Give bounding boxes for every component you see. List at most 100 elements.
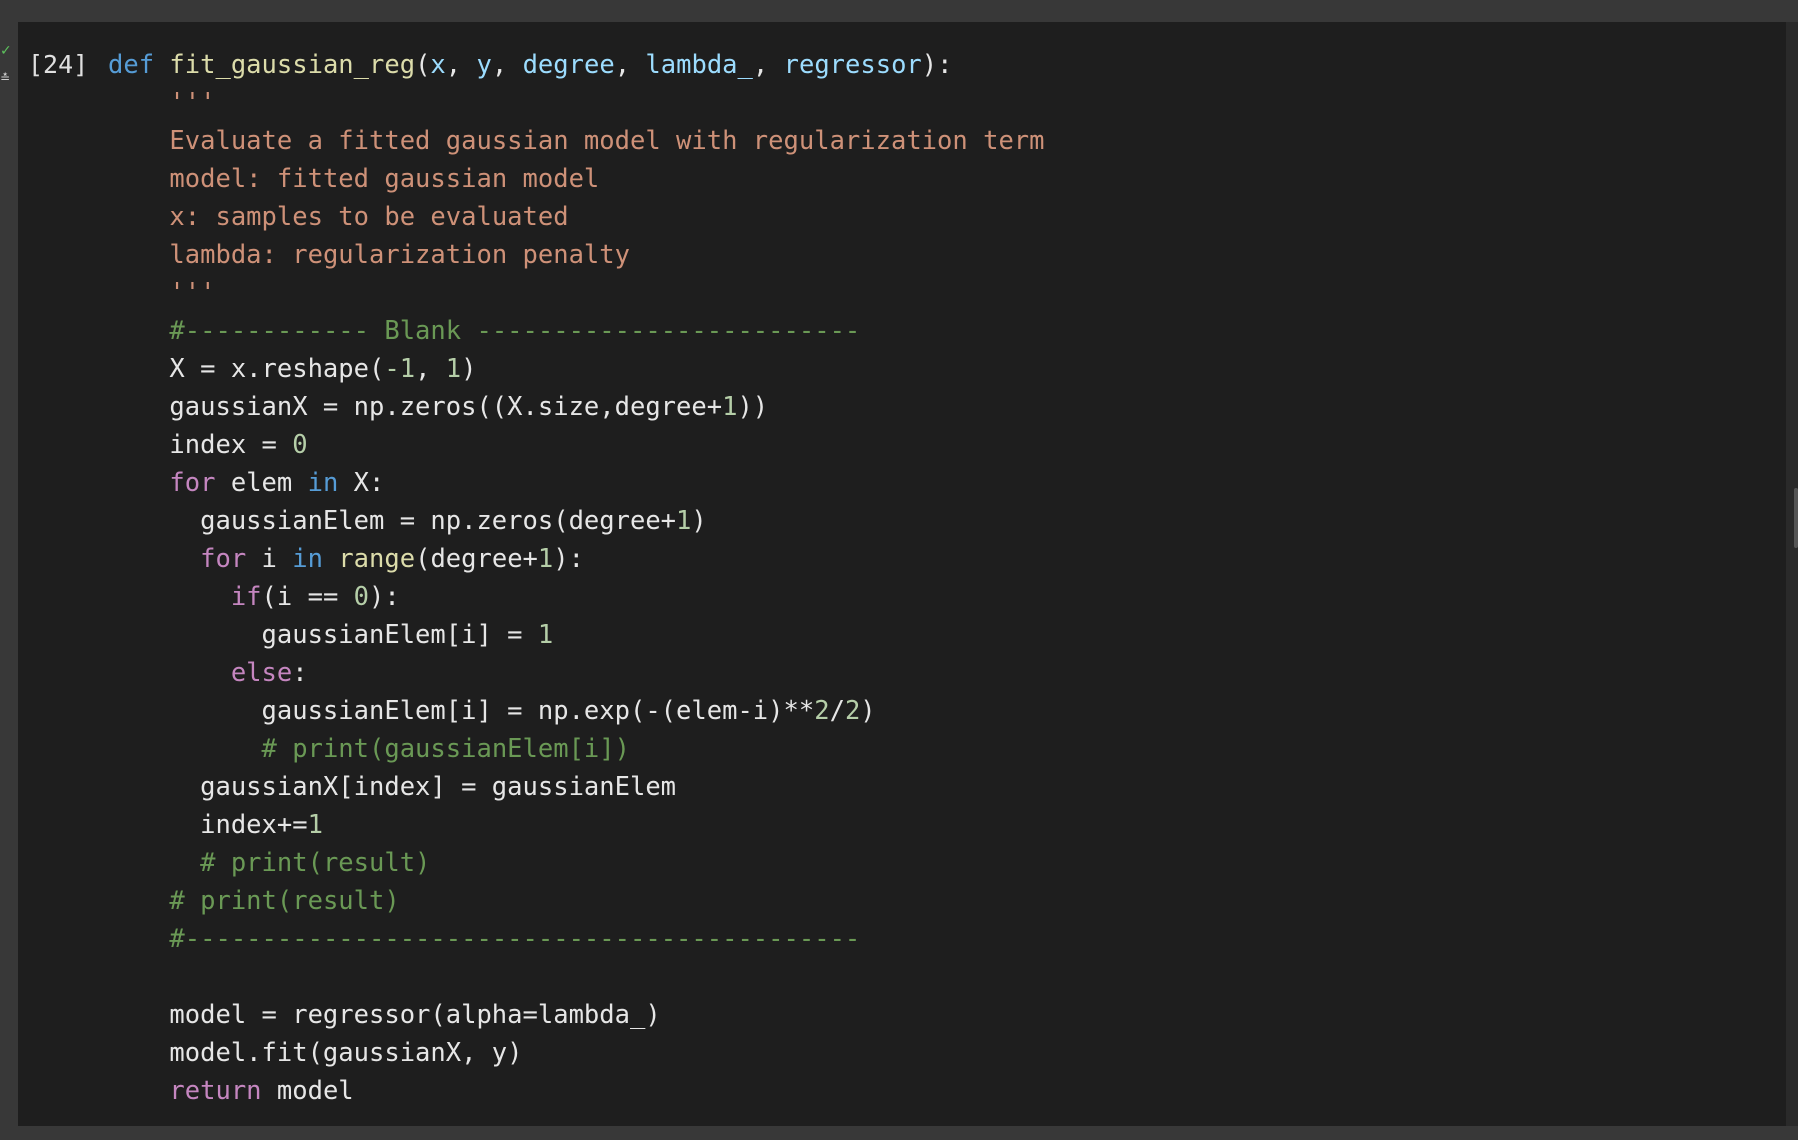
code-line[interactable]: index = 0: [108, 426, 1045, 464]
code-token-str: ''': [169, 88, 216, 118]
code-token-num: 0: [292, 430, 308, 460]
code-token-plain: /: [829, 696, 845, 726]
code-token-plain: model = regressor(alpha=lambda_): [108, 1000, 661, 1030]
code-line[interactable]: model = regressor(alpha=lambda_): [108, 996, 1045, 1034]
code-line[interactable]: gaussianX[index] = gaussianElem: [108, 768, 1045, 806]
code-token-plain: (i ==: [261, 582, 354, 612]
code-token-plain: model.fit(gaussianX, y): [108, 1038, 523, 1068]
code-line[interactable]: [108, 958, 1045, 996]
code-token-num: -1: [384, 354, 416, 384]
code-editor[interactable]: def fit_gaussian_reg(x, y, degree, lambd…: [108, 46, 1045, 1110]
code-token-num: 1: [676, 506, 692, 536]
code-cell[interactable]: [24] def fit_gaussian_reg(x, y, degree, …: [18, 22, 1786, 1126]
code-token-str: x: samples to be evaluated: [169, 202, 569, 232]
run-success-check-icon: ✓: [0, 43, 12, 59]
code-token-plain: ,: [445, 50, 477, 80]
code-token-param: y: [476, 50, 492, 80]
code-line[interactable]: for i in range(degree+1):: [108, 540, 1045, 578]
code-token-num: 1: [307, 810, 323, 840]
code-line[interactable]: lambda: regularization penalty: [108, 236, 1045, 274]
code-line[interactable]: def fit_gaussian_reg(x, y, degree, lambd…: [108, 46, 1045, 84]
code-token-plain: ,: [752, 50, 784, 80]
code-token-str: ''': [169, 278, 216, 308]
code-token-plain: elem: [215, 468, 308, 498]
code-line[interactable]: Evaluate a fitted gaussian model with re…: [108, 122, 1045, 160]
code-token-ctl: else: [230, 658, 293, 688]
code-line[interactable]: model: fitted gaussian model: [108, 160, 1045, 198]
code-token-plain: gaussianElem[i] = np.exp(-(elem-i)**: [108, 696, 815, 726]
code-token-kw: def: [108, 50, 155, 80]
code-token-fn: fit_gaussian_reg: [169, 50, 416, 80]
code-token-plain: gaussianElem = np.zeros(degree+: [108, 506, 677, 536]
code-line[interactable]: x: samples to be evaluated: [108, 198, 1045, 236]
code-token-cmt: #---------------------------------------…: [169, 924, 861, 954]
code-line[interactable]: gaussianElem[i] = np.exp(-(elem-i)**2/2): [108, 692, 1045, 730]
scrollbar-thumb[interactable]: [1794, 488, 1798, 548]
code-line[interactable]: # print(result): [108, 882, 1045, 920]
code-token-plain: ): [461, 354, 477, 384]
code-line[interactable]: # print(gaussianElem[i]): [108, 730, 1045, 768]
code-token-param: degree: [522, 50, 615, 80]
code-token-num: 0: [353, 582, 370, 612]
code-line[interactable]: return model: [108, 1072, 1045, 1110]
code-line[interactable]: #---------------------------------------…: [108, 920, 1045, 958]
right-scroll-track[interactable]: [1786, 22, 1798, 1126]
code-token-param: regressor: [783, 50, 922, 80]
code-token-plain: ): [691, 506, 707, 536]
code-token-plain: model: [261, 1076, 354, 1106]
code-token-fn: range: [338, 544, 416, 574]
notebook-page: ✓ ≛ [24] def fit_gaussian_reg(x, y, degr…: [0, 0, 1798, 1140]
code-token-cmt: # print(gaussianElem[i]): [261, 734, 630, 764]
code-token-plain: ):: [553, 544, 584, 574]
code-line[interactable]: index+=1: [108, 806, 1045, 844]
code-line[interactable]: for elem in X:: [108, 464, 1045, 502]
code-token-plain: X:: [338, 468, 385, 498]
code-line[interactable]: # print(result): [108, 844, 1045, 882]
code-token-plain: X = x.reshape(: [108, 354, 385, 384]
code-line[interactable]: X = x.reshape(-1, 1): [108, 350, 1045, 388]
code-token-str: model: fitted gaussian model: [169, 164, 600, 194]
code-token-plain: index =: [108, 430, 293, 460]
code-token-plain: ,: [415, 354, 446, 384]
code-token-plain: (: [415, 50, 431, 80]
code-token-plain: index+=: [108, 810, 308, 840]
code-token-str: lambda: regularization penalty: [169, 240, 630, 270]
code-line[interactable]: else:: [108, 654, 1045, 692]
code-line[interactable]: model.fit(gaussianX, y): [108, 1034, 1045, 1072]
code-token-num: 2: [844, 696, 861, 726]
code-token-num: 1: [722, 392, 738, 422]
code-token-param: lambda_: [645, 50, 753, 80]
code-line[interactable]: #------------ Blank --------------------…: [108, 312, 1045, 350]
code-token-ctl: if: [230, 582, 262, 612]
code-token-plain: ,: [614, 50, 646, 80]
code-line[interactable]: gaussianElem = np.zeros(degree+1): [108, 502, 1045, 540]
code-token-plain: ): [860, 696, 876, 726]
code-token-str: Evaluate a fitted gaussian model with re…: [169, 126, 1045, 156]
code-line[interactable]: if(i == 0):: [108, 578, 1045, 616]
code-token-num: 2: [814, 696, 830, 726]
code-token-param: x: [430, 50, 446, 80]
code-line[interactable]: gaussianX = np.zeros((X.size,degree+1)): [108, 388, 1045, 426]
code-token-plain: gaussianX[index] = gaussianElem: [108, 772, 677, 802]
code-token-plain: (degree+: [415, 544, 538, 574]
code-token-num: 1: [445, 354, 462, 384]
code-line[interactable]: gaussianElem[i] = 1: [108, 616, 1045, 654]
code-token-kw: in: [307, 468, 339, 498]
code-line[interactable]: ''': [108, 274, 1045, 312]
code-token-ctl: return: [169, 1076, 262, 1106]
left-gutter: ✓ ≛: [0, 0, 18, 1140]
code-token-plain: ,: [491, 50, 523, 80]
code-token-cmt: #------------ Blank --------------------…: [169, 316, 861, 346]
code-line[interactable]: ''': [108, 84, 1045, 122]
